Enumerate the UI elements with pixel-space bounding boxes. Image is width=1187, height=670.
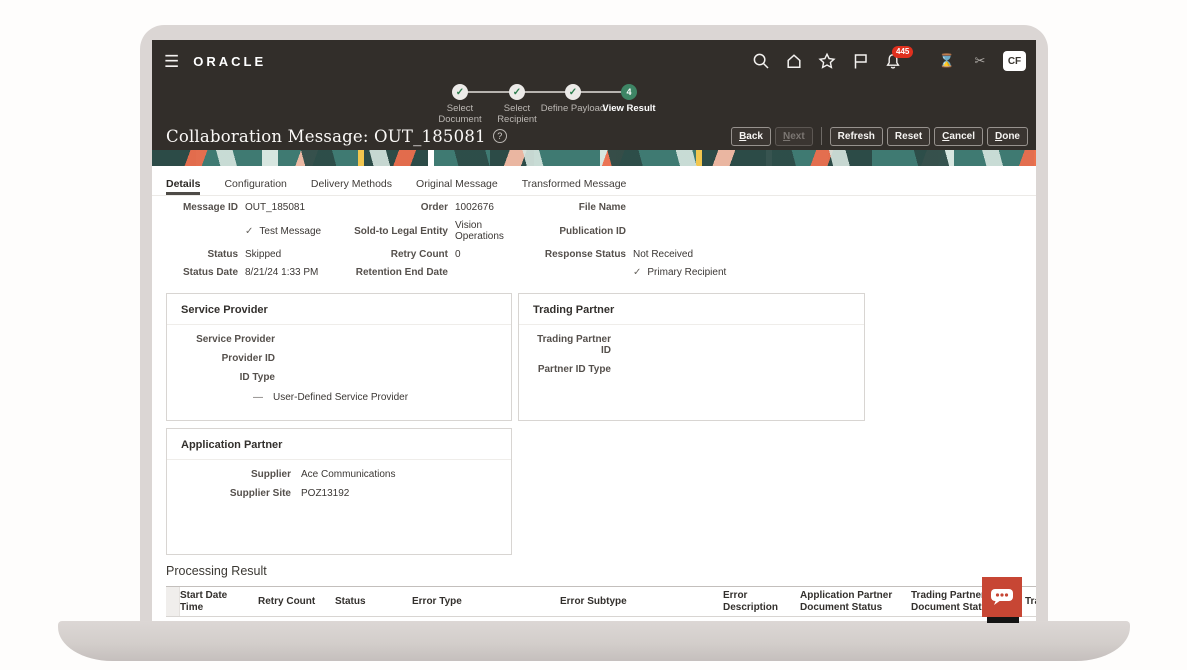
page-title: Collaboration Message: OUT_185081: [166, 127, 486, 146]
application-partner-title: Application Partner: [167, 429, 511, 460]
provider-id-label: Provider ID: [179, 353, 275, 364]
retry-count-value: 0: [455, 249, 529, 260]
col-transform-message: Transform Message: [1025, 596, 1036, 608]
scissors-icon[interactable]: ✂: [970, 51, 990, 71]
status-date-value: 8/21/24 1:33 PM: [245, 267, 345, 278]
processing-result-table-header: Start Date Time Retry Count Status Error…: [166, 586, 1036, 617]
application-partner-panel: Application Partner Supplier Ace Communic…: [166, 428, 512, 555]
supplier-site-label: Supplier Site: [179, 488, 291, 499]
cancel-button[interactable]: Cancel: [934, 127, 983, 146]
favorites-star-icon[interactable]: [817, 51, 837, 71]
user-avatar[interactable]: CF: [1003, 51, 1026, 71]
speech-bubble-icon: [990, 588, 1014, 606]
status-date-label: Status Date: [166, 267, 238, 278]
col-start-date-time: Start Date Time: [180, 590, 258, 613]
service-provider-panel: Service Provider Service Provider Provid…: [166, 293, 512, 421]
order-label: Order: [352, 202, 448, 213]
home-icon[interactable]: [784, 51, 804, 71]
processing-result-title: Processing Result: [166, 564, 267, 578]
laptop-base: [58, 621, 1130, 661]
oracle-logo: ORACLE: [193, 54, 266, 69]
app-header: ☰ ORACLE: [152, 40, 1036, 150]
supplier-value: Ace Communications: [301, 469, 395, 480]
col-error-type: Error Type: [412, 596, 560, 608]
trading-partner-panel: Trading Partner Trading Partner ID Partn…: [518, 293, 865, 421]
feedback-chat-button[interactable]: [982, 577, 1022, 617]
search-icon[interactable]: [751, 51, 771, 71]
page: ☰ ORACLE: [0, 0, 1187, 670]
status-value: Skipped: [245, 249, 345, 260]
message-id-label: Message ID: [166, 202, 238, 213]
tab-original-message[interactable]: Original Message: [416, 171, 498, 195]
table-row-stub: [166, 587, 180, 616]
supplier-site-value: POZ13192: [301, 488, 349, 499]
trading-partner-id-label: Trading Partner ID: [531, 334, 611, 356]
primary-recipient-checkbox: ✓ Primary Recipient: [633, 267, 1028, 278]
step-done-check-icon[interactable]: ✓: [565, 84, 581, 100]
back-button[interactable]: Back: [731, 127, 771, 146]
reset-button[interactable]: Reset: [887, 127, 930, 146]
tab-delivery-methods[interactable]: Delivery Methods: [311, 171, 392, 195]
button-divider: [821, 127, 822, 145]
step-done-check-icon[interactable]: ✓: [452, 84, 468, 100]
help-icon[interactable]: ?: [493, 129, 507, 143]
col-status: Status: [335, 596, 412, 608]
next-button[interactable]: Next: [775, 127, 813, 146]
flag-icon[interactable]: [850, 51, 870, 71]
response-status-value: Not Received: [633, 249, 1028, 260]
primary-recipient-label: Primary Recipient: [647, 267, 726, 278]
message-id-value: OUT_185081: [245, 202, 345, 213]
done-button[interactable]: Done: [987, 127, 1028, 146]
id-type-label: ID Type: [179, 372, 275, 383]
check-icon: ✓: [245, 226, 253, 237]
user-defined-service-provider-checkbox: — User-Defined Service Provider: [253, 392, 499, 403]
supplier-label: Supplier: [179, 469, 291, 480]
order-value: 1002676: [455, 202, 529, 213]
details-form: Message ID OUT_185081 Order 1002676 File…: [166, 202, 1028, 279]
tab-bar: Details Configuration Delivery Methods O…: [152, 171, 1036, 196]
col-error-description: Error Description: [723, 590, 800, 613]
dash-icon: —: [253, 392, 263, 403]
test-message-checkbox: ✓ Test Message: [245, 226, 345, 237]
file-name-label: File Name: [536, 202, 626, 213]
notifications-bell-icon[interactable]: 445: [883, 51, 903, 71]
test-message-label: Test Message: [259, 226, 321, 237]
retry-count-label: Retry Count: [352, 249, 448, 260]
app-screen: ☰ ORACLE: [152, 40, 1036, 625]
service-provider-label: Service Provider: [179, 334, 275, 345]
service-provider-title: Service Provider: [167, 294, 511, 325]
tab-transformed-message[interactable]: Transformed Message: [522, 171, 627, 195]
partner-id-type-label: Partner ID Type: [531, 364, 611, 375]
tab-details[interactable]: Details: [166, 171, 200, 195]
col-retry-count: Retry Count: [258, 596, 335, 608]
step-done-check-icon[interactable]: ✓: [509, 84, 525, 100]
trading-partner-title: Trading Partner: [519, 294, 864, 325]
sold-to-legal-entity-label: Sold-to Legal Entity: [352, 226, 448, 237]
refresh-button[interactable]: Refresh: [830, 127, 883, 146]
decorative-banner: [152, 150, 1036, 166]
user-defined-service-provider-label: User-Defined Service Provider: [273, 392, 408, 403]
col-application-partner-document-status: Application Partner Document Status: [800, 590, 911, 613]
notification-count-badge: 445: [892, 46, 913, 58]
response-status-label: Response Status: [536, 249, 626, 260]
hourglass-icon[interactable]: ⌛: [937, 51, 957, 71]
status-label: Status: [166, 249, 238, 260]
hamburger-menu-icon[interactable]: ☰: [164, 53, 179, 70]
sold-to-legal-entity-value: Vision Operations: [455, 220, 529, 242]
retention-end-date-label: Retention End Date: [352, 267, 448, 278]
check-icon: ✓: [633, 267, 641, 278]
col-error-subtype: Error Subtype: [560, 596, 723, 608]
step-number[interactable]: 4: [621, 84, 637, 100]
laptop-frame: ☰ ORACLE: [140, 25, 1048, 625]
step-view-result[interactable]: 4 View Result: [591, 82, 667, 115]
publication-id-label: Publication ID: [536, 226, 626, 237]
tab-configuration[interactable]: Configuration: [224, 171, 286, 195]
feedback-widget-base: [987, 617, 1019, 623]
step-label: View Result: [591, 104, 667, 115]
